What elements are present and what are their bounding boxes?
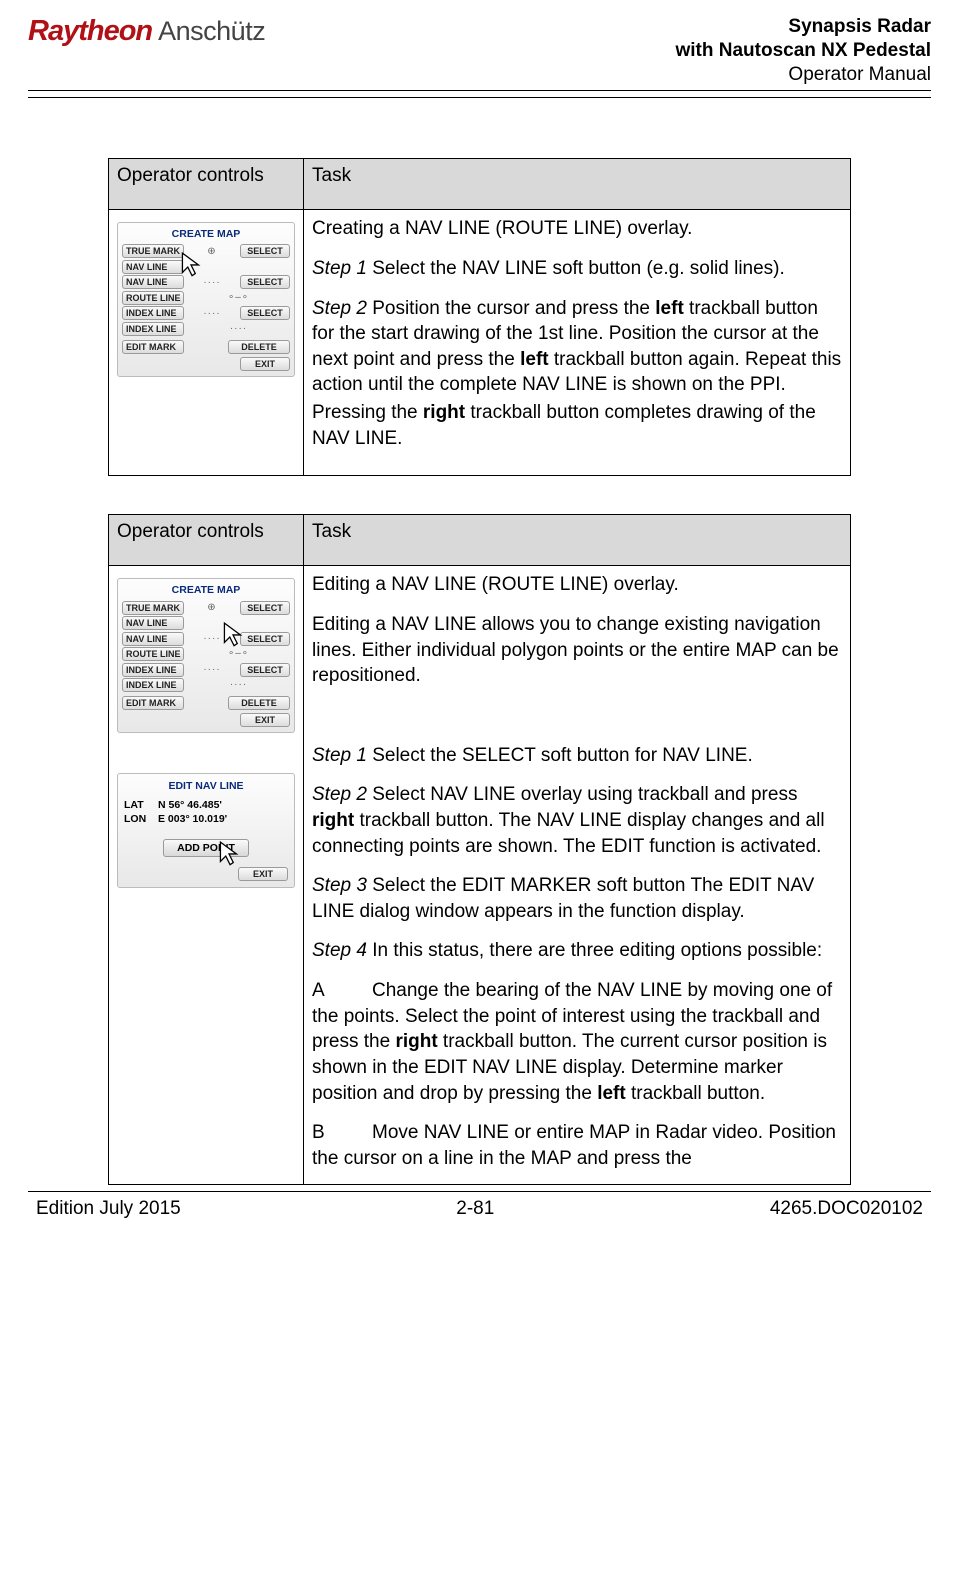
footer-page-number: 2-81 xyxy=(456,1198,494,1220)
step-label: Step 1 xyxy=(312,258,367,279)
panel-btn[interactable]: SELECT xyxy=(240,244,290,258)
step-text: Select the NAV LINE soft button (e.g. so… xyxy=(367,258,785,279)
task1-step2b: Pressing the right trackball button comp… xyxy=(312,400,842,451)
edit-nav-line-panel: EDIT NAV LINE LATN 56° 46.485' LONE 003°… xyxy=(117,773,295,888)
footer-edition: Edition July 2015 xyxy=(36,1198,181,1220)
document-footer: Edition July 2015 2-81 4265.DOC020102 xyxy=(28,1191,931,1220)
document-title: Synapsis Radar with Nautoscan NX Pedesta… xyxy=(675,15,931,86)
title-line-1: Synapsis Radar xyxy=(675,15,931,39)
task2-intro: Editing a NAV LINE allows you to change … xyxy=(312,612,842,689)
create-map-panel-1: CREATE MAP TRUE MARK⊕SELECT NAV LINE NAV… xyxy=(117,222,295,377)
cursor-arrow-icon xyxy=(220,621,246,651)
panel-edit-mark-btn[interactable]: EDIT MARK xyxy=(122,696,184,710)
task-cell-2: Editing a NAV LINE (ROUTE LINE) overlay.… xyxy=(304,566,851,1184)
panel-btn[interactable]: INDEX LINE xyxy=(122,306,184,320)
task-table-2: Operator controls Task CREATE MAP TRUE M… xyxy=(108,514,851,1184)
panel-btn[interactable]: INDEX LINE xyxy=(122,322,184,336)
logo-brand: Raytheon xyxy=(28,15,152,48)
create-map-panel-2: CREATE MAP TRUE MARK⊕SELECT NAV LINE NAV… xyxy=(117,578,295,733)
footer-doc-id: 4265.DOC020102 xyxy=(770,1198,923,1220)
cursor-arrow-icon xyxy=(178,251,204,281)
panel-btn[interactable]: TRUE MARK xyxy=(122,601,184,615)
lon-row: LONE 003° 10.019' xyxy=(124,812,288,826)
task2-step3: Step 3 Select the EDIT MARKER soft butto… xyxy=(312,873,842,924)
panel-btn[interactable]: NAV LINE xyxy=(122,616,184,630)
step-label: Step 2 xyxy=(312,298,367,319)
lon-value: E 003° 10.019' xyxy=(158,812,227,826)
task2-heading: Editing a NAV LINE (ROUTE LINE) overlay. xyxy=(312,572,842,598)
panel-btn[interactable]: SELECT xyxy=(240,663,290,677)
panel-btn[interactable]: NAV LINE xyxy=(122,632,184,646)
panel-delete-btn[interactable]: DELETE xyxy=(228,340,290,354)
panel-btn[interactable]: SELECT xyxy=(240,601,290,615)
panel-btn[interactable]: SELECT xyxy=(240,275,290,289)
task1-heading: Creating a NAV LINE (ROUTE LINE) overlay… xyxy=(312,216,842,242)
col-header-task: Task xyxy=(304,159,851,210)
panel-title: CREATE MAP xyxy=(122,227,290,241)
controls-cell-1: CREATE MAP TRUE MARK⊕SELECT NAV LINE NAV… xyxy=(109,210,304,476)
panel-btn[interactable]: INDEX LINE xyxy=(122,663,184,677)
panel-btn[interactable]: INDEX LINE xyxy=(122,678,184,692)
panel-btn[interactable]: NAV LINE xyxy=(122,275,184,289)
task2-step1: Step 1 Select the SELECT soft button for… xyxy=(312,743,842,769)
panel-exit-btn[interactable]: EXIT xyxy=(240,357,290,371)
document-header: Raytheon Anschütz Synapsis Radar with Na… xyxy=(28,15,931,91)
panel-exit-btn[interactable]: EXIT xyxy=(238,867,288,881)
panel-title: CREATE MAP xyxy=(122,583,290,597)
task2-option-b: BMove NAV LINE or entire MAP in Radar vi… xyxy=(312,1120,842,1171)
panel-mid: ···· xyxy=(187,322,290,336)
lat-value: N 56° 46.485' xyxy=(158,798,222,812)
header-rule xyxy=(28,97,931,98)
task1-step2: Step 2 Position the cursor and press the… xyxy=(312,296,842,399)
panel-btn[interactable]: TRUE MARK xyxy=(122,244,184,258)
panel-edit-mark-btn[interactable]: EDIT MARK xyxy=(122,340,184,354)
panel-mid: ∘–∘ xyxy=(187,291,290,305)
task-table-1: Operator controls Task CREATE MAP TRUE M… xyxy=(108,158,851,476)
title-line-2: with Nautoscan NX Pedestal xyxy=(675,39,931,63)
col-header-controls: Operator controls xyxy=(109,515,304,566)
task2-step2: Step 2 Select NAV LINE overlay using tra… xyxy=(312,782,842,859)
panel-mid: ···· xyxy=(187,307,237,321)
logo: Raytheon Anschütz xyxy=(28,15,265,48)
logo-sub: Anschütz xyxy=(158,16,265,47)
task1-step1: Step 1 Select the NAV LINE soft button (… xyxy=(312,256,842,282)
title-line-3: Operator Manual xyxy=(675,63,931,87)
panel-exit-btn[interactable]: EXIT xyxy=(240,713,290,727)
panel-title: EDIT NAV LINE xyxy=(124,779,288,793)
col-header-task: Task xyxy=(304,515,851,566)
panel-btn[interactable]: ROUTE LINE xyxy=(122,647,184,661)
cursor-arrow-icon xyxy=(216,840,242,870)
lat-row: LATN 56° 46.485' xyxy=(124,798,288,812)
task2-step4: Step 4 In this status, there are three e… xyxy=(312,938,842,964)
panel-delete-btn[interactable]: DELETE xyxy=(228,696,290,710)
controls-cell-2: CREATE MAP TRUE MARK⊕SELECT NAV LINE NAV… xyxy=(109,566,304,1184)
col-header-controls: Operator controls xyxy=(109,159,304,210)
panel-btn[interactable]: NAV LINE xyxy=(122,260,184,274)
task2-option-a: AChange the bearing of the NAV LINE by m… xyxy=(312,978,842,1106)
panel-btn[interactable]: ROUTE LINE xyxy=(122,291,184,305)
task-cell-1: Creating a NAV LINE (ROUTE LINE) overlay… xyxy=(304,210,851,476)
panel-btn[interactable]: SELECT xyxy=(240,306,290,320)
panel-btn[interactable]: SELECT xyxy=(240,632,290,646)
